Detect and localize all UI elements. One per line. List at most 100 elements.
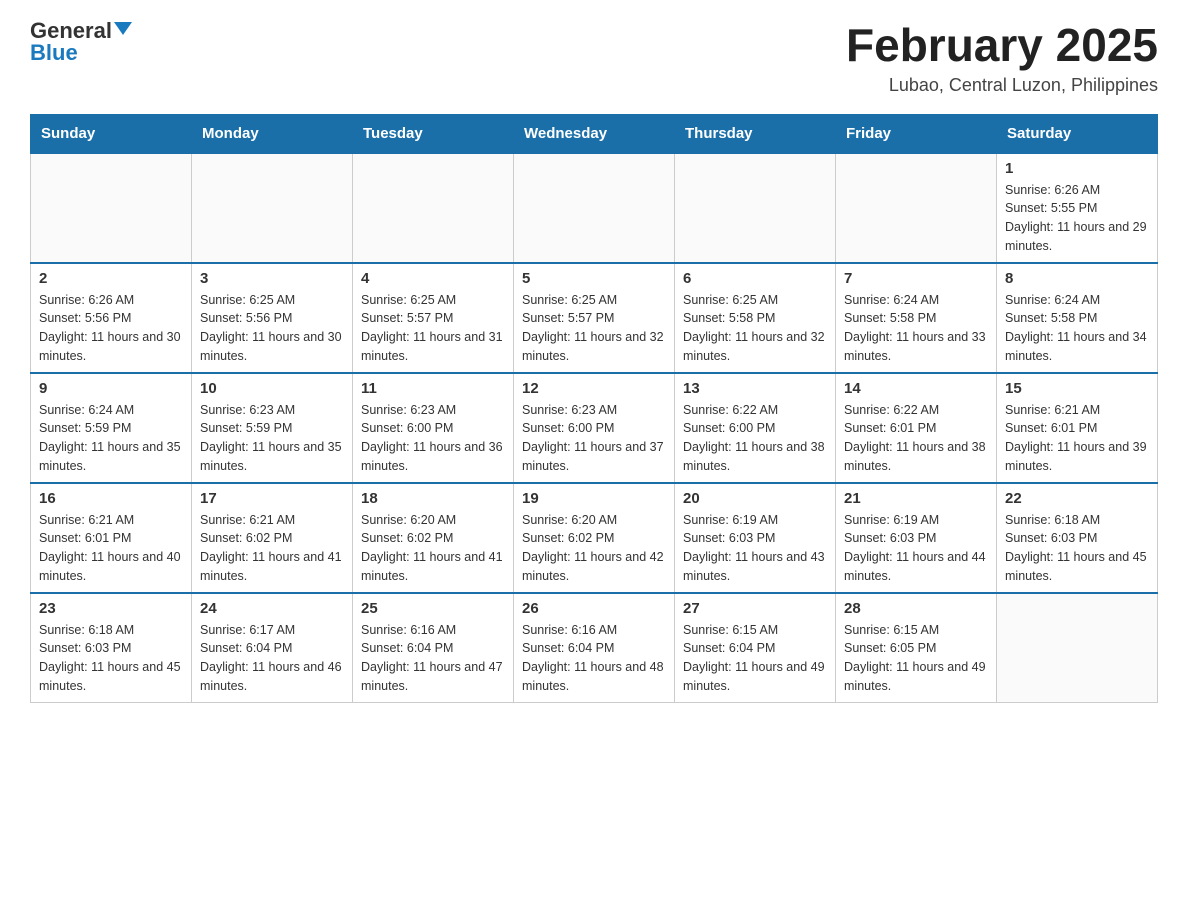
calendar-cell: 9Sunrise: 6:24 AMSunset: 5:59 PMDaylight… [31, 373, 192, 483]
calendar-cell: 22 Sunrise: 6:18 AMSunset: 6:03 PMDayligh… [997, 483, 1158, 593]
calendar-cell: 26 Sunrise: 6:16 AMSunset: 6:04 PMDayligh… [514, 593, 675, 703]
day-info: Sunrise: 6:18 AMSunset: 6:03 PMDaylight:… [39, 621, 183, 696]
calendar-header-saturday: Saturday [997, 114, 1158, 153]
logo-triangle-icon [114, 22, 132, 35]
calendar-cell: 28 Sunrise: 6:15 AMSunset: 6:05 PMDayligh… [836, 593, 997, 703]
day-number: 28 [844, 600, 988, 617]
day-info: Sunrise: 6:24 AMSunset: 5:58 PMDaylight:… [1005, 291, 1149, 366]
day-number: 16 [39, 490, 183, 507]
day-info: Sunrise: 6:17 AMSunset: 6:04 PMDaylight:… [200, 621, 344, 696]
day-info: Sunrise: 6:20 AMSunset: 6:02 PMDaylight:… [361, 511, 505, 586]
day-info: Sunrise: 6:15 AMSunset: 6:04 PMDaylight:… [683, 621, 827, 696]
day-info: Sunrise: 6:24 AMSunset: 5:58 PMDaylight:… [844, 291, 988, 366]
logo: General Blue [30, 20, 132, 64]
calendar-cell: 15 Sunrise: 6:21 AMSunset: 6:01 PMDayligh… [997, 373, 1158, 483]
week-row-3: 16 Sunrise: 6:21 AMSunset: 6:01 PMDayligh… [31, 483, 1158, 593]
day-info: Sunrise: 6:23 AMSunset: 6:00 PMDaylight:… [361, 401, 505, 476]
day-info: Sunrise: 6:23 AMSunset: 5:59 PMDaylight:… [200, 401, 344, 476]
calendar-cell [514, 153, 675, 263]
logo-blue-text: Blue [30, 42, 78, 64]
day-info: Sunrise: 6:22 AMSunset: 6:00 PMDaylight:… [683, 401, 827, 476]
day-number: 24 [200, 600, 344, 617]
day-number: 2 [39, 270, 183, 287]
day-info: Sunrise: 6:26 AMSunset: 5:55 PMDaylight:… [1005, 181, 1149, 256]
calendar-cell [836, 153, 997, 263]
calendar-cell: 24 Sunrise: 6:17 AMSunset: 6:04 PMDayligh… [192, 593, 353, 703]
calendar-cell: 3 Sunrise: 6:25 AMSunset: 5:56 PMDaylight… [192, 263, 353, 373]
subtitle: Lubao, Central Luzon, Philippines [846, 75, 1158, 96]
calendar-cell: 27 Sunrise: 6:15 AMSunset: 6:04 PMDayligh… [675, 593, 836, 703]
day-number: 22 [1005, 490, 1149, 507]
calendar-cell: 5Sunrise: 6:25 AMSunset: 5:57 PMDaylight… [514, 263, 675, 373]
day-info: Sunrise: 6:15 AMSunset: 6:05 PMDaylight:… [844, 621, 988, 696]
day-number: 13 [683, 380, 827, 397]
day-number: 15 [1005, 380, 1149, 397]
calendar-header-sunday: Sunday [31, 114, 192, 153]
calendar-cell: 21 Sunrise: 6:19 AMSunset: 6:03 PMDayligh… [836, 483, 997, 593]
calendar-header-thursday: Thursday [675, 114, 836, 153]
day-info: Sunrise: 6:25 AMSunset: 5:56 PMDaylight:… [200, 291, 344, 366]
calendar-cell: 1Sunrise: 6:26 AMSunset: 5:55 PMDaylight… [997, 153, 1158, 263]
day-info: Sunrise: 6:16 AMSunset: 6:04 PMDaylight:… [522, 621, 666, 696]
title-section: February 2025 Lubao, Central Luzon, Phil… [846, 20, 1158, 96]
calendar-cell: 2 Sunrise: 6:26 AMSunset: 5:56 PMDaylight… [31, 263, 192, 373]
calendar-cell: 17Sunrise: 6:21 AMSunset: 6:02 PMDayligh… [192, 483, 353, 593]
week-row-0: 1Sunrise: 6:26 AMSunset: 5:55 PMDaylight… [31, 153, 1158, 263]
day-info: Sunrise: 6:18 AMSunset: 6:03 PMDaylight:… [1005, 511, 1149, 586]
day-number: 21 [844, 490, 988, 507]
day-number: 9 [39, 380, 183, 397]
calendar-table: SundayMondayTuesdayWednesdayThursdayFrid… [30, 114, 1158, 704]
calendar-header-wednesday: Wednesday [514, 114, 675, 153]
calendar-cell [675, 153, 836, 263]
day-info: Sunrise: 6:25 AMSunset: 5:57 PMDaylight:… [522, 291, 666, 366]
calendar-cell: 23 Sunrise: 6:18 AMSunset: 6:03 PMDayligh… [31, 593, 192, 703]
day-info: Sunrise: 6:25 AMSunset: 5:58 PMDaylight:… [683, 291, 827, 366]
day-info: Sunrise: 6:20 AMSunset: 6:02 PMDaylight:… [522, 511, 666, 586]
day-number: 3 [200, 270, 344, 287]
day-info: Sunrise: 6:19 AMSunset: 6:03 PMDaylight:… [683, 511, 827, 586]
calendar-header-tuesday: Tuesday [353, 114, 514, 153]
calendar-cell: 8 Sunrise: 6:24 AMSunset: 5:58 PMDaylight… [997, 263, 1158, 373]
day-number: 11 [361, 380, 505, 397]
day-number: 7 [844, 270, 988, 287]
day-number: 25 [361, 600, 505, 617]
day-number: 17 [200, 490, 344, 507]
day-number: 8 [1005, 270, 1149, 287]
page-header: General Blue February 2025 Lubao, Centra… [30, 20, 1158, 96]
calendar-cell [353, 153, 514, 263]
day-number: 10 [200, 380, 344, 397]
day-number: 14 [844, 380, 988, 397]
week-row-1: 2 Sunrise: 6:26 AMSunset: 5:56 PMDaylight… [31, 263, 1158, 373]
calendar-cell: 18 Sunrise: 6:20 AMSunset: 6:02 PMDayligh… [353, 483, 514, 593]
calendar-cell: 7 Sunrise: 6:24 AMSunset: 5:58 PMDaylight… [836, 263, 997, 373]
day-info: Sunrise: 6:25 AMSunset: 5:57 PMDaylight:… [361, 291, 505, 366]
calendar-cell: 12Sunrise: 6:23 AMSunset: 6:00 PMDayligh… [514, 373, 675, 483]
day-number: 20 [683, 490, 827, 507]
main-title: February 2025 [846, 20, 1158, 71]
day-number: 27 [683, 600, 827, 617]
day-info: Sunrise: 6:22 AMSunset: 6:01 PMDaylight:… [844, 401, 988, 476]
calendar-cell: 25Sunrise: 6:16 AMSunset: 6:04 PMDayligh… [353, 593, 514, 703]
day-number: 19 [522, 490, 666, 507]
day-number: 23 [39, 600, 183, 617]
day-info: Sunrise: 6:21 AMSunset: 6:01 PMDaylight:… [39, 511, 183, 586]
day-info: Sunrise: 6:23 AMSunset: 6:00 PMDaylight:… [522, 401, 666, 476]
day-number: 26 [522, 600, 666, 617]
calendar-cell [31, 153, 192, 263]
calendar-cell [192, 153, 353, 263]
calendar-cell: 11 Sunrise: 6:23 AMSunset: 6:00 PMDayligh… [353, 373, 514, 483]
week-row-4: 23 Sunrise: 6:18 AMSunset: 6:03 PMDayligh… [31, 593, 1158, 703]
day-info: Sunrise: 6:19 AMSunset: 6:03 PMDaylight:… [844, 511, 988, 586]
week-row-2: 9Sunrise: 6:24 AMSunset: 5:59 PMDaylight… [31, 373, 1158, 483]
day-info: Sunrise: 6:26 AMSunset: 5:56 PMDaylight:… [39, 291, 183, 366]
calendar-cell: 14 Sunrise: 6:22 AMSunset: 6:01 PMDayligh… [836, 373, 997, 483]
calendar-cell: 20 Sunrise: 6:19 AMSunset: 6:03 PMDayligh… [675, 483, 836, 593]
calendar-cell: 19 Sunrise: 6:20 AMSunset: 6:02 PMDayligh… [514, 483, 675, 593]
calendar-cell: 6 Sunrise: 6:25 AMSunset: 5:58 PMDaylight… [675, 263, 836, 373]
day-number: 6 [683, 270, 827, 287]
calendar-header-friday: Friday [836, 114, 997, 153]
calendar-header-row: SundayMondayTuesdayWednesdayThursdayFrid… [31, 114, 1158, 153]
day-number: 18 [361, 490, 505, 507]
day-info: Sunrise: 6:21 AMSunset: 6:01 PMDaylight:… [1005, 401, 1149, 476]
calendar-cell [997, 593, 1158, 703]
